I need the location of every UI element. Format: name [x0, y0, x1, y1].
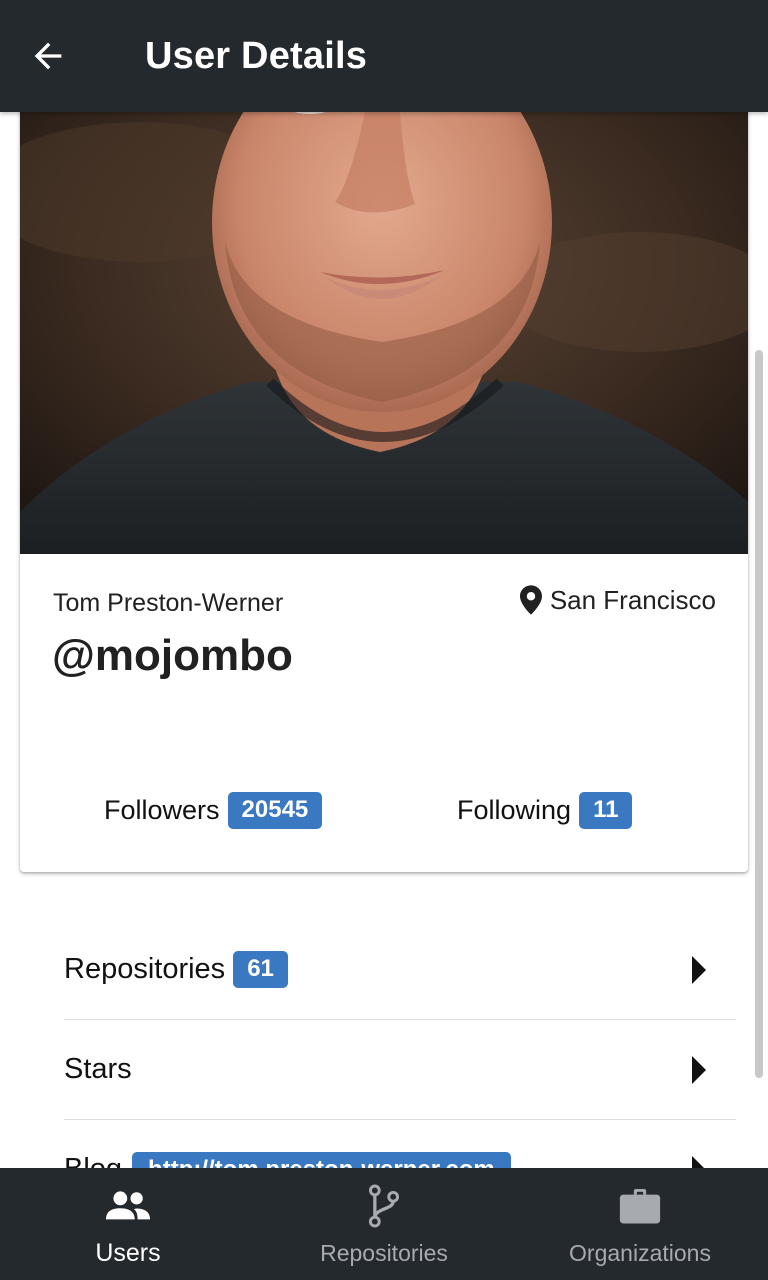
user-links-list: Repositories 61 Stars Blog http://tom.pr…: [64, 920, 736, 1168]
caret-right-icon: [692, 1055, 706, 1084]
nav-label: Users: [95, 1239, 161, 1267]
nav-item-users[interactable]: Users: [0, 1168, 256, 1280]
map-pin-icon: [519, 585, 542, 615]
followers-stat[interactable]: Followers 20545: [104, 792, 323, 829]
list-item-label: Repositories: [64, 953, 226, 985]
app-bar: User Details: [0, 0, 768, 112]
following-count-badge: 11: [579, 792, 633, 829]
list-item-repositories[interactable]: Repositories 61: [64, 920, 736, 1020]
list-item-blog[interactable]: Blog http://tom.preston-werner.com: [64, 1120, 736, 1168]
people-icon: [105, 1191, 151, 1220]
caret-right-icon: [692, 955, 706, 984]
following-stat[interactable]: Following 11: [457, 792, 633, 829]
back-button[interactable]: [28, 28, 100, 84]
blog-url-badge[interactable]: http://tom.preston-werner.com: [132, 1151, 511, 1168]
full-name: Tom Preston-Werner: [53, 589, 284, 617]
followers-label: Followers: [104, 795, 220, 825]
location: San Francisco: [519, 582, 716, 618]
bottom-navigation: Users Repositories Organizations: [0, 1168, 768, 1280]
avatar: [20, 112, 748, 554]
list-item-label: Blog: [64, 1153, 122, 1168]
list-item-stars[interactable]: Stars: [64, 1020, 736, 1120]
scrollbar[interactable]: [755, 350, 763, 1078]
followers-count-badge: 20545: [227, 792, 323, 829]
profile-card: Tom Preston-Werner San Francisco @mojomb…: [20, 112, 748, 872]
repositories-count-badge: 61: [233, 951, 288, 988]
git-branch-icon: [368, 1184, 400, 1228]
user-details-content[interactable]: Tom Preston-Werner San Francisco @mojomb…: [0, 112, 768, 1168]
nav-item-organizations[interactable]: Organizations: [512, 1168, 768, 1280]
arrow-left-icon: [34, 42, 62, 70]
following-label: Following: [457, 795, 572, 825]
location-label: San Francisco: [549, 585, 716, 615]
list-item-label: Stars: [64, 1053, 132, 1085]
nav-label: Repositories: [320, 1240, 448, 1266]
username: @mojombo: [52, 631, 293, 680]
nav-label: Organizations: [569, 1240, 711, 1266]
briefcase-icon: [619, 1189, 661, 1224]
page-title: User Details: [145, 35, 368, 77]
caret-right-icon: [692, 1155, 705, 1168]
nav-item-repositories[interactable]: Repositories: [256, 1168, 512, 1280]
